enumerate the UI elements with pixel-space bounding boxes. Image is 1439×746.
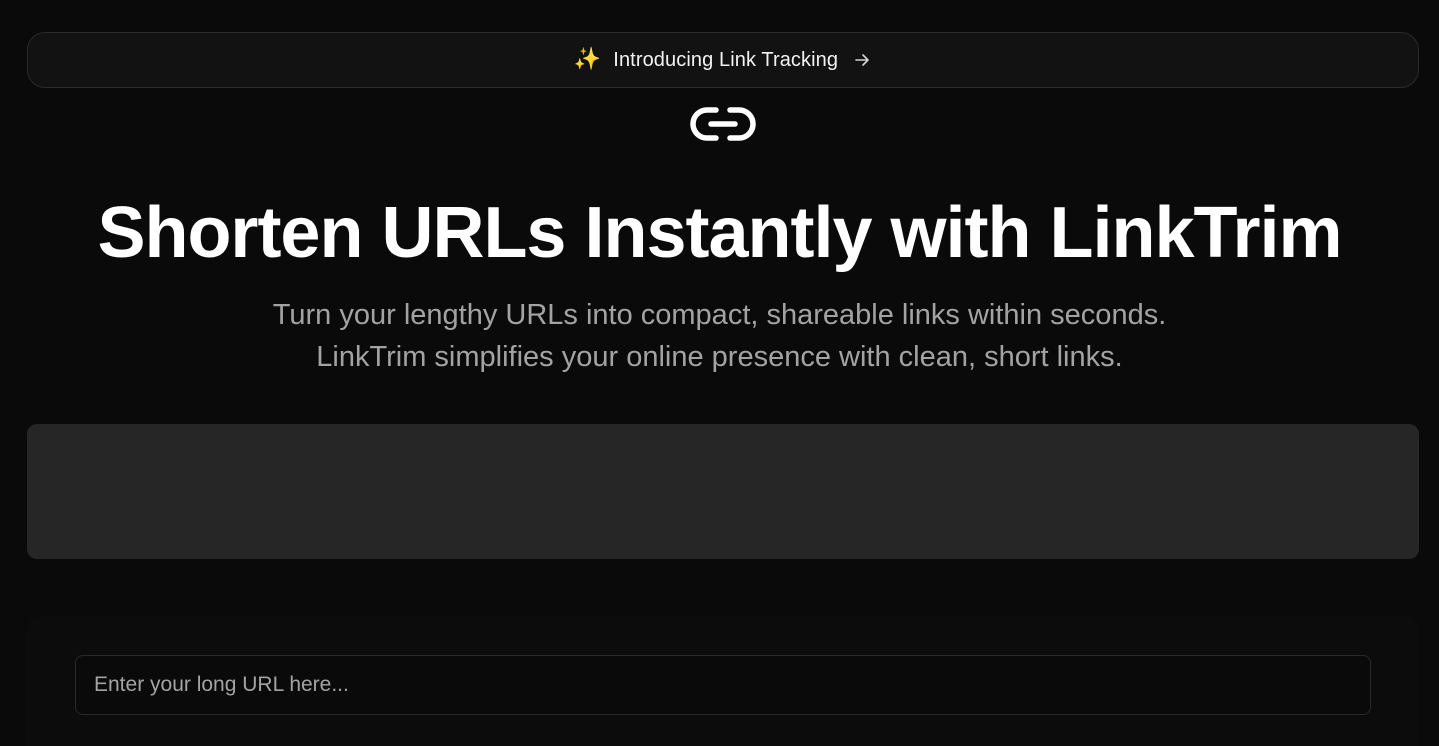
announcement-text: Introducing Link Tracking xyxy=(613,48,839,71)
page: ✨ Introducing Link Tracking Shorten URLs… xyxy=(0,0,1439,746)
arrow-right-icon xyxy=(852,50,872,70)
sparkles-icon: ✨ xyxy=(573,47,602,72)
preview-panel xyxy=(27,424,1419,559)
hero-subtitle: Turn your lengthy URLs into compact, sha… xyxy=(0,294,1439,378)
announcement-banner[interactable]: ✨ Introducing Link Tracking xyxy=(27,32,1419,88)
hero-title: Shorten URLs Instantly with LinkTrim xyxy=(97,193,1342,273)
hero-subtitle-line-2: LinkTrim simplifies your online presence… xyxy=(316,341,1123,373)
hero-subtitle-line-1: Turn your lengthy URLs into compact, sha… xyxy=(272,299,1167,331)
link-icon xyxy=(689,104,757,144)
shorten-form xyxy=(27,616,1419,746)
long-url-input[interactable] xyxy=(75,655,1371,715)
